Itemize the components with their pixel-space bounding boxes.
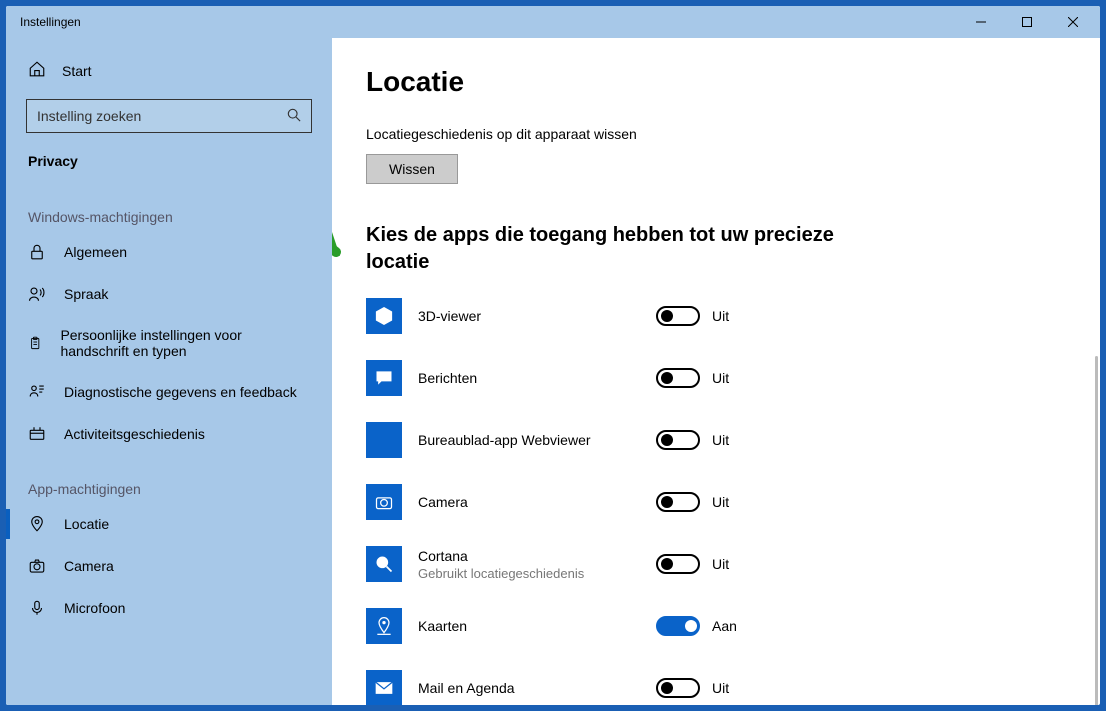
app-row: Kaarten Aan — [366, 608, 1066, 644]
toggle-state-label: Uit — [712, 680, 729, 696]
app-icon-search — [366, 546, 402, 582]
app-row: Bureaublad-app Webviewer Uit — [366, 422, 1066, 458]
app-name: Mail en Agenda — [418, 680, 656, 696]
app-subtitle: Gebruikt locatiegeschiedenis — [418, 566, 656, 581]
search-icon — [287, 108, 301, 125]
app-icon-cube — [366, 298, 402, 334]
sidebar-item-lock[interactable]: Algemeen — [6, 231, 332, 273]
sidebar: Start Privacy Windows-machtigingen Algem… — [6, 38, 332, 705]
toggle-state-label: Aan — [712, 618, 737, 634]
apps-section-title: Kies de apps die toegang hebben tot uw p… — [366, 222, 846, 276]
toggle-state-label: Uit — [712, 494, 729, 510]
maximize-button[interactable] — [1004, 6, 1050, 38]
section-app-permissions: App-machtigingen — [6, 455, 332, 503]
window-controls — [958, 6, 1096, 38]
app-icon-maps — [366, 608, 402, 644]
settings-window: Instellingen Start Privacy Windows-macht… — [6, 6, 1100, 705]
sidebar-item-microphone[interactable]: Microfoon — [6, 587, 332, 629]
minimize-button[interactable] — [958, 6, 1004, 38]
toggle-area: Uit — [656, 678, 729, 698]
toggle-area: Aan — [656, 616, 737, 636]
microphone-icon — [28, 599, 46, 617]
app-icon-chat — [366, 360, 402, 396]
toggle-switch[interactable] — [656, 616, 700, 636]
toggle-state-label: Uit — [712, 432, 729, 448]
page-title: Locatie — [366, 66, 1066, 98]
location-icon — [28, 515, 46, 533]
app-icon-camera-app — [366, 484, 402, 520]
lock-icon — [28, 243, 46, 261]
app-name: 3D-viewer — [418, 308, 656, 324]
toggle-switch[interactable] — [656, 368, 700, 388]
sidebar-item-clipboard[interactable]: Persoonlijke instellingen voor handschri… — [6, 315, 332, 371]
sidebar-item-label: Persoonlijke instellingen voor handschri… — [60, 327, 310, 359]
privacy-heading: Privacy — [6, 143, 332, 183]
home-icon — [28, 60, 46, 81]
search-input[interactable] — [26, 99, 312, 133]
toggle-state-label: Uit — [712, 308, 729, 324]
toggle-switch[interactable] — [656, 306, 700, 326]
toggle-state-label: Uit — [712, 370, 729, 386]
speech-icon — [28, 285, 46, 303]
feedback-icon — [28, 383, 46, 401]
section-windows-permissions: Windows-machtigingen — [6, 183, 332, 231]
toggle-area: Uit — [656, 554, 729, 574]
app-row: Berichten Uit — [366, 360, 1066, 396]
sidebar-item-feedback[interactable]: Diagnostische gegevens en feedback — [6, 371, 332, 413]
sidebar-item-camera[interactable]: Camera — [6, 545, 332, 587]
app-name: CortanaGebruikt locatiegeschiedenis — [418, 548, 656, 581]
toggle-area: Uit — [656, 430, 729, 450]
toggle-area: Uit — [656, 492, 729, 512]
app-name: Berichten — [418, 370, 656, 386]
sidebar-item-label: Microfoon — [64, 600, 125, 616]
titlebar: Instellingen — [6, 6, 1100, 38]
app-row: Camera Uit — [366, 484, 1066, 520]
close-button[interactable] — [1050, 6, 1096, 38]
clipboard-icon — [28, 334, 42, 352]
toggle-area: Uit — [656, 306, 729, 326]
app-row: 3D-viewer Uit — [366, 298, 1066, 334]
toggle-switch[interactable] — [656, 678, 700, 698]
window-title: Instellingen — [20, 15, 958, 29]
app-icon-blank — [366, 422, 402, 458]
sidebar-item-location[interactable]: Locatie — [6, 503, 332, 545]
clear-history-button[interactable]: Wissen — [366, 154, 458, 184]
activity-icon — [28, 425, 46, 443]
app-row: CortanaGebruikt locatiegeschiedenis Uit — [366, 546, 1066, 582]
toggle-state-label: Uit — [712, 556, 729, 572]
window-body: Start Privacy Windows-machtigingen Algem… — [6, 38, 1100, 705]
search-wrap — [6, 91, 332, 143]
home-label: Start — [62, 63, 92, 79]
history-description: Locatiegeschiedenis op dit apparaat wiss… — [366, 126, 1066, 142]
app-name: Kaarten — [418, 618, 656, 634]
sidebar-item-activity[interactable]: Activiteitsgeschiedenis — [6, 413, 332, 455]
sidebar-item-label: Algemeen — [64, 244, 127, 260]
home-button[interactable]: Start — [6, 50, 332, 91]
sidebar-item-label: Locatie — [64, 516, 109, 532]
camera-icon — [28, 557, 46, 575]
sidebar-item-speech[interactable]: Spraak — [6, 273, 332, 315]
app-name: Bureaublad-app Webviewer — [418, 432, 656, 448]
sidebar-item-label: Spraak — [64, 286, 108, 302]
scrollbar[interactable] — [1095, 356, 1098, 705]
content-area: Locatie Locatiegeschiedenis op dit appar… — [332, 38, 1100, 705]
toggle-switch[interactable] — [656, 430, 700, 450]
toggle-area: Uit — [656, 368, 729, 388]
search-field[interactable] — [37, 108, 287, 124]
app-name: Camera — [418, 494, 656, 510]
app-icon-mail — [366, 670, 402, 705]
sidebar-item-label: Camera — [64, 558, 114, 574]
app-row: Mail en Agenda Uit — [366, 670, 1066, 705]
sidebar-item-label: Activiteitsgeschiedenis — [64, 426, 205, 442]
toggle-switch[interactable] — [656, 554, 700, 574]
annotation-arrow-icon — [332, 208, 348, 268]
sidebar-item-label: Diagnostische gegevens en feedback — [64, 384, 297, 400]
toggle-switch[interactable] — [656, 492, 700, 512]
